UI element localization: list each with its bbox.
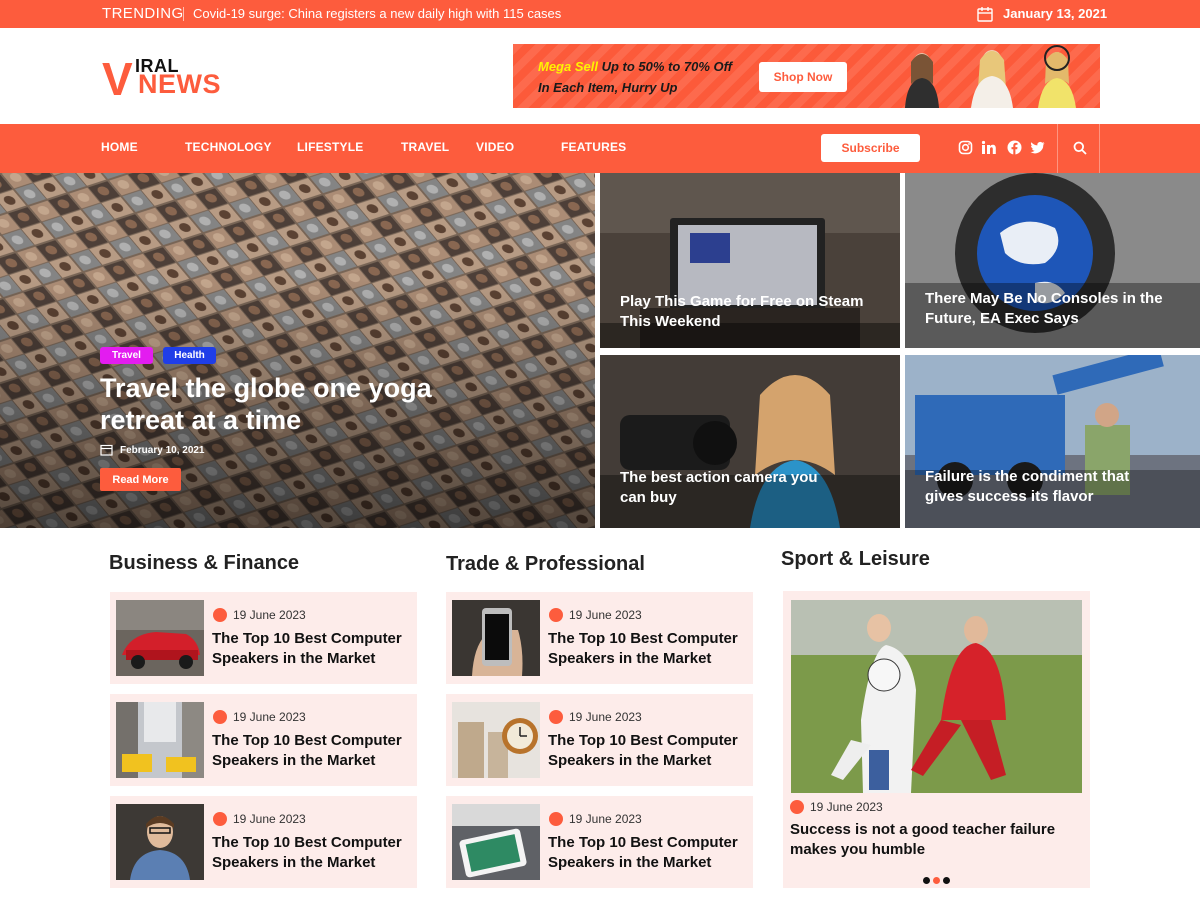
- advertisement-banner[interactable]: Mega Sell Up to 50% to 70% Off In Each I…: [513, 44, 1100, 108]
- post-date: 19 June 2023: [233, 812, 306, 826]
- nav-home[interactable]: HOME: [101, 140, 138, 154]
- hero-gradient: [0, 173, 595, 528]
- post-thumbnail: [452, 702, 540, 778]
- post-tile-game[interactable]: Play This Game for Free on Steam This We…: [600, 173, 900, 348]
- ad-models-image: [905, 45, 1076, 108]
- post-thumbnail: [452, 600, 540, 676]
- nav-technology[interactable]: TECHNOLOGY: [185, 140, 272, 154]
- hero-title[interactable]: Travel the globe one yoga retreat at a t…: [100, 372, 500, 436]
- sport-carousel-card[interactable]: 19 June 2023 Success is not a good teach…: [783, 591, 1090, 888]
- current-date: January 13, 2021: [1003, 6, 1108, 21]
- ad-line1: Up to 50% to 70% Off: [597, 59, 733, 74]
- post-thumbnail: [116, 600, 204, 676]
- clock-icon: [549, 608, 563, 622]
- ad-highlight: Mega Sell: [538, 59, 598, 74]
- hero-date: February 10, 2021: [120, 445, 205, 456]
- post-date: 19 June 2023: [569, 710, 642, 724]
- post-thumbnail: [116, 804, 204, 880]
- post-tile-failure[interactable]: Failure is the condiment that gives succ…: [905, 355, 1200, 528]
- post-thumbnail: [116, 702, 204, 778]
- read-more-button[interactable]: Read More: [100, 468, 181, 491]
- nav-lifestyle[interactable]: LIFESTYLE: [297, 140, 363, 154]
- clock-icon: [549, 812, 563, 826]
- post-title[interactable]: The Top 10 Best Computer Speakers in the…: [548, 833, 748, 873]
- clock-icon: [213, 608, 227, 622]
- divider: [183, 7, 184, 21]
- list-item[interactable]: 19 June 2023 The Top 10 Best Computer Sp…: [446, 592, 753, 684]
- tile-title[interactable]: There May Be No Consoles in the Future, …: [925, 289, 1185, 329]
- clock-icon: [213, 710, 227, 724]
- trending-headline[interactable]: Covid-19 surge: China registers a new da…: [193, 6, 561, 21]
- post-date: 19 June 2023: [233, 608, 306, 622]
- tile-title[interactable]: The best action camera you can buy: [620, 468, 820, 508]
- nav-video[interactable]: VIDEO: [476, 140, 514, 154]
- clock-icon: [213, 812, 227, 826]
- post-thumbnail: [452, 804, 540, 880]
- post-date: 19 June 2023: [810, 800, 883, 814]
- calendar-icon: [977, 7, 993, 22]
- twitter-icon[interactable]: [1030, 140, 1045, 155]
- instagram-icon[interactable]: [958, 140, 973, 155]
- search-button[interactable]: [1057, 124, 1100, 173]
- subscribe-button[interactable]: Subscribe: [821, 134, 920, 162]
- post-date: 19 June 2023: [569, 608, 642, 622]
- clock-icon: [549, 710, 563, 724]
- post-title[interactable]: The Top 10 Best Computer Speakers in the…: [212, 731, 412, 771]
- site-logo[interactable]: V IRAL NEWS: [102, 53, 232, 105]
- trending-bar: TRENDING Covid-19 surge: China registers…: [0, 0, 1200, 28]
- list-item[interactable]: 19 June 2023 The Top 10 Best Computer Sp…: [446, 694, 753, 786]
- nav-travel[interactable]: TRAVEL: [401, 140, 449, 154]
- tile-title[interactable]: Play This Game for Free on Steam This We…: [620, 292, 880, 332]
- tile-title[interactable]: Failure is the condiment that gives succ…: [925, 467, 1160, 507]
- carousel-dot[interactable]: [943, 877, 950, 884]
- post-tile-consoles[interactable]: There May Be No Consoles in the Future, …: [905, 173, 1200, 348]
- list-item[interactable]: 19 June 2023 The Top 10 Best Computer Sp…: [110, 592, 417, 684]
- post-title[interactable]: Success is not a good teacher failure ma…: [790, 820, 1080, 860]
- facebook-icon[interactable]: [1007, 140, 1022, 155]
- post-title[interactable]: The Top 10 Best Computer Speakers in the…: [212, 833, 412, 873]
- trending-label: TRENDING: [102, 5, 184, 22]
- post-title[interactable]: The Top 10 Best Computer Speakers in the…: [212, 629, 412, 669]
- ad-line2: In Each Item, Hurry Up: [538, 80, 678, 95]
- post-image-football: [791, 600, 1082, 793]
- ad-text: Mega Sell Up to 50% to 70% Off In Each I…: [538, 56, 732, 98]
- post-tile-camera[interactable]: The best action camera you can buy: [600, 355, 900, 528]
- hero-featured-post[interactable]: [0, 173, 595, 528]
- post-date: 19 June 2023: [569, 812, 642, 826]
- post-date: 19 June 2023: [233, 710, 306, 724]
- tag-health[interactable]: Health: [163, 347, 216, 364]
- section-title-trade: Trade & Professional: [446, 553, 645, 575]
- shop-now-button[interactable]: Shop Now: [759, 62, 847, 92]
- post-title[interactable]: The Top 10 Best Computer Speakers in the…: [548, 731, 748, 771]
- list-item[interactable]: 19 June 2023 The Top 10 Best Computer Sp…: [110, 796, 417, 888]
- linkedin-icon[interactable]: [981, 140, 996, 155]
- logo-news: NEWS: [138, 69, 221, 99]
- nav-features[interactable]: FEATURES: [561, 140, 626, 154]
- section-title-business: Business & Finance: [109, 552, 300, 574]
- tag-travel[interactable]: Travel: [100, 347, 153, 364]
- logo-v: V: [102, 53, 133, 105]
- post-title[interactable]: The Top 10 Best Computer Speakers in the…: [548, 629, 748, 669]
- carousel-dot[interactable]: [923, 877, 930, 884]
- section-title-sport: Sport & Leisure: [781, 548, 930, 570]
- carousel-dot-active[interactable]: [933, 877, 940, 884]
- list-item[interactable]: 19 June 2023 The Top 10 Best Computer Sp…: [110, 694, 417, 786]
- list-item[interactable]: 19 June 2023 The Top 10 Best Computer Sp…: [446, 796, 753, 888]
- search-icon: [1073, 141, 1087, 155]
- clock-icon: [790, 800, 804, 814]
- calendar-icon: [100, 444, 113, 456]
